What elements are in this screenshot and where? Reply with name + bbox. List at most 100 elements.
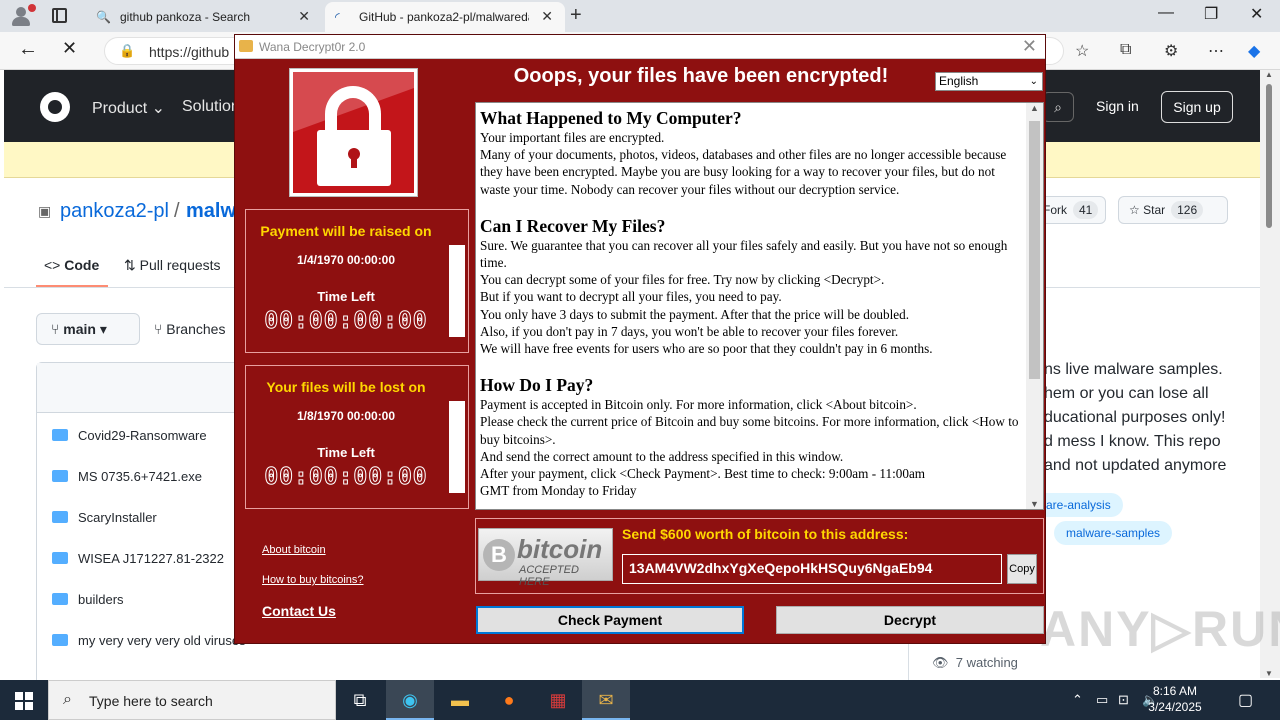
chevron-up-icon[interactable]: ⌃ (1072, 692, 1083, 708)
time-left-label: Time Left (317, 289, 375, 304)
close-tab-icon[interactable]: ✕ (298, 8, 310, 25)
menu-solutions[interactable]: Solution (182, 98, 240, 116)
list-item[interactable]: ScaryInstaller (52, 510, 157, 525)
close-window-button[interactable]: ✕ (1250, 4, 1263, 24)
note-paragraph: Also, if you don't pay in 7 days, you wo… (480, 323, 899, 339)
back-button[interactable]: ← (18, 38, 38, 61)
branches-icon: ⑂ (154, 321, 163, 337)
browser-tab-search[interactable]: 🔍 github pankoza - Search ✕ (86, 2, 322, 32)
branch-icon: ⑂ (51, 321, 60, 337)
favorite-star-icon[interactable]: ☆ (1075, 41, 1089, 61)
list-item[interactable]: Covid29-Ransomware (52, 428, 207, 443)
notifications-icon[interactable]: ▢ (1238, 690, 1253, 710)
list-item[interactable]: MS 0735.6+7421.exe (52, 469, 202, 484)
search-icon[interactable]: ⌕ (1042, 92, 1074, 122)
section-heading: How Do I Pay? (480, 375, 594, 396)
network-icon[interactable]: ⊡ (1118, 692, 1129, 708)
tab-code-label: Code (64, 257, 100, 273)
bitcoin-icon: B (483, 539, 515, 571)
window-title: Wana Decrypt0r 2.0 (259, 40, 366, 54)
winrar-icon[interactable]: ▦ (534, 680, 582, 720)
window-titlebar[interactable]: Wana Decrypt0r 2.0 ✕ (235, 35, 1045, 59)
bitcoin-address-field[interactable]: 13AM4VW2dhxYgXeQepoHkHSQuy6NgaEb94 (622, 554, 1002, 584)
scrollbar-thumb[interactable] (1266, 84, 1272, 228)
list-item[interactable]: builders (52, 592, 124, 607)
panel-title: Payment will be raised on (260, 223, 432, 239)
menu-product[interactable]: Product ⌄ (92, 98, 165, 118)
list-item[interactable]: WISEA J171227.81-2322 (52, 551, 224, 566)
system-clock[interactable]: 8:16 AM 3/24/2025 (1140, 683, 1210, 715)
note-paragraph: You only have 3 days to submit the payme… (480, 306, 910, 322)
file-list-header (37, 363, 257, 413)
scroll-down-icon[interactable]: ▼ (1265, 669, 1273, 678)
file-explorer-icon[interactable]: ▬ (436, 680, 484, 720)
check-payment-button[interactable]: Check Payment (476, 606, 744, 634)
edge-browser-icon[interactable]: ◉ (386, 680, 434, 720)
decrypt-button[interactable]: Decrypt (776, 606, 1044, 634)
bitcoin-payment-box: B bitcoin ACCEPTED HERE Send $600 worth … (475, 518, 1044, 594)
tab-actions-icon[interactable] (52, 8, 67, 23)
keyhole-icon (348, 148, 360, 168)
task-view-icon[interactable]: ⧉ (336, 680, 384, 720)
ransom-note-textbox[interactable]: What Happened to My Computer? Your impor… (475, 102, 1044, 510)
files-lost-panel: Your files will be lost on 1/8/1970 00:0… (245, 365, 469, 509)
close-tab-icon[interactable]: ✕ (541, 8, 553, 25)
folder-icon (52, 552, 68, 564)
about-bitcoin-link[interactable]: About bitcoin (262, 544, 326, 556)
branch-selector[interactable]: ⑂ main ▾ (36, 313, 140, 345)
scroll-down-icon[interactable]: ▼ (1030, 499, 1039, 509)
more-menu-icon[interactable]: ⋯ (1208, 41, 1224, 61)
topic-tag[interactable]: are-analysis (1034, 493, 1123, 517)
topic-tag[interactable]: malware-samples (1054, 521, 1173, 545)
how-to-buy-link[interactable]: How to buy bitcoins? (262, 574, 364, 586)
scroll-up-icon[interactable]: ▲ (1265, 70, 1273, 79)
browser-tab-github[interactable]: ◜ GitHub - pankoza2-pl/malwareda ✕ (325, 2, 565, 32)
folder-icon (52, 593, 68, 605)
restore-button[interactable]: ❐ (1204, 4, 1218, 24)
star-button[interactable]: ☆ Star 126 (1118, 196, 1228, 224)
windows-start-icon[interactable] (15, 692, 33, 710)
list-item[interactable]: my very very very old viruses (52, 633, 246, 648)
tab-pull-requests[interactable]: ⇅ Pull requests (124, 257, 221, 274)
note-paragraph: We will have free events for users who a… (480, 341, 933, 357)
branches-link[interactable]: ⑂ Branches (154, 321, 225, 337)
new-tab-button[interactable]: + (570, 4, 582, 27)
wana-decryptor-taskbar-icon[interactable]: ✉ (582, 680, 630, 720)
close-icon[interactable]: ✕ (1022, 36, 1037, 57)
scroll-up-icon[interactable]: ▲ (1030, 103, 1039, 113)
repo-name-link[interactable]: malw (186, 200, 236, 223)
github-logo-icon[interactable] (40, 92, 70, 122)
textbox-scrollbar[interactable]: ▲ ▼ (1026, 103, 1043, 509)
lock-icon (317, 130, 391, 186)
collections-icon[interactable]: ⧉ (1120, 41, 1131, 59)
clock-date: 3/24/2025 (1148, 700, 1202, 714)
page-scrollbar[interactable]: ▲ ▼ (1260, 70, 1280, 678)
note-paragraph: Please check the current price of Bitcoi… (480, 414, 1019, 447)
sign-up-button[interactable]: Sign up (1161, 91, 1233, 123)
tab-code[interactable]: <> Code (44, 257, 99, 273)
minimize-button[interactable]: — (1158, 4, 1174, 22)
repo-owner-link[interactable]: pankoza2-pl (60, 200, 169, 223)
watching-link[interactable]: 👁 7 watching (932, 655, 1018, 671)
copy-button[interactable]: Copy (1007, 554, 1037, 584)
firefox-icon[interactable]: ● (485, 680, 533, 720)
profile-avatar-icon[interactable] (8, 4, 36, 28)
code-icon: <> (44, 257, 61, 273)
taskbar-search-box[interactable]: ⌕ Type here to search (48, 680, 336, 720)
copilot-icon[interactable]: ◆ (1248, 41, 1260, 61)
stop-loading-button[interactable]: ✕ (62, 38, 77, 59)
panel-date: 1/4/1970 00:00:00 (296, 253, 396, 267)
battery-icon[interactable]: ▭ (1096, 692, 1108, 708)
loading-icon: ◜ (335, 10, 340, 24)
sign-in-link[interactable]: Sign in (1096, 98, 1139, 114)
extensions-icon[interactable]: ⚙ (1164, 41, 1178, 61)
note-paragraph: After your payment, click <Check Payment… (480, 466, 926, 482)
language-select[interactable]: English ⌄ (935, 72, 1043, 91)
contact-us-link[interactable]: Contact Us (262, 603, 336, 619)
scrollbar-thumb[interactable] (1029, 121, 1040, 379)
tab-title: GitHub - pankoza2-pl/malwareda (359, 10, 529, 24)
panel-date: 1/8/1970 00:00:00 (296, 409, 396, 423)
progress-bar (449, 245, 465, 337)
fork-count: 41 (1073, 201, 1099, 219)
clock-time: 8:16 AM (1152, 684, 1198, 698)
